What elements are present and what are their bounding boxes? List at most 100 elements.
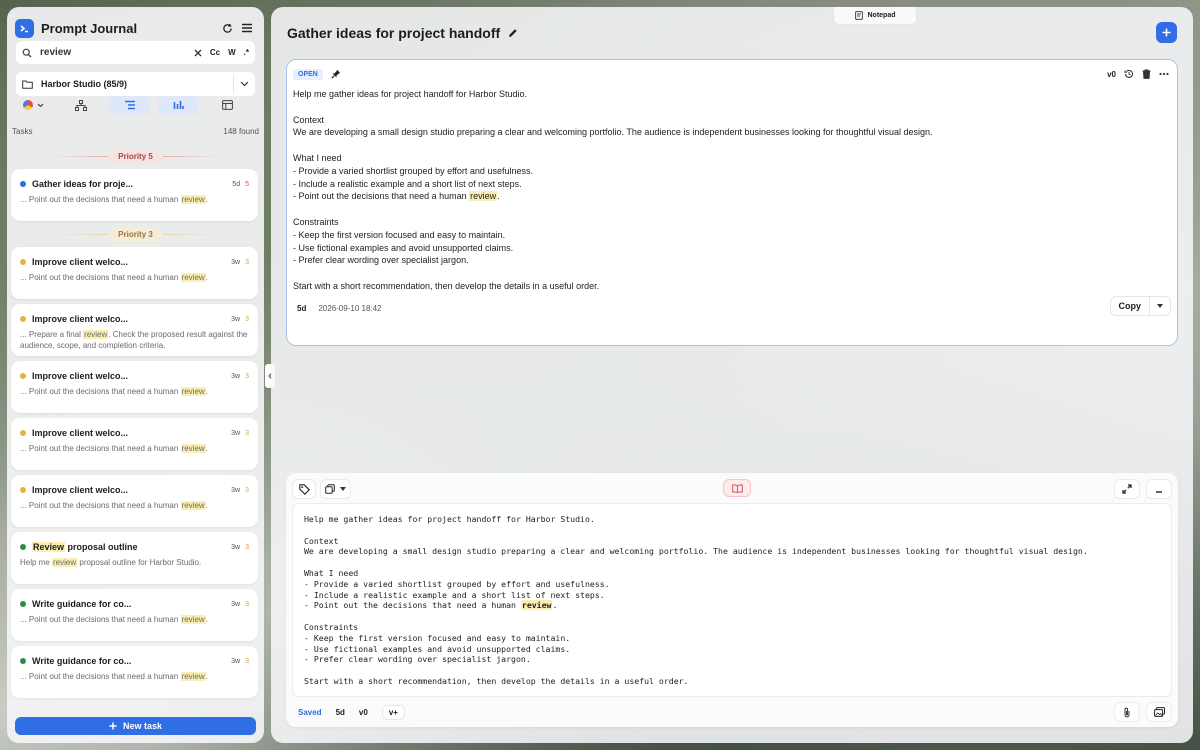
task-priority: 3	[245, 600, 249, 608]
task-snippet: ... Point out the decisions that need a …	[20, 386, 249, 397]
age-label: 5d	[335, 707, 345, 717]
page-title: Gather ideas for project handoff	[287, 25, 518, 41]
minimize-button[interactable]	[1146, 479, 1172, 499]
version-label[interactable]: v0	[1107, 70, 1116, 79]
editor-window-controls	[1108, 479, 1172, 499]
status-dot	[20, 430, 26, 436]
gallery-button[interactable]	[1146, 702, 1172, 722]
snippet-text: ... Point out the decisions that need a …	[20, 273, 181, 282]
snippet-text: ... Point out the decisions that need a …	[20, 387, 181, 396]
task-title: Write guidance for co...	[32, 656, 231, 666]
task-snippet: ... Point out the decisions that need a …	[20, 194, 249, 205]
priority-group-header: Priority 5	[7, 149, 264, 163]
sidebar: Prompt Journal review Cc W .* Harbor Stu…	[7, 7, 264, 743]
refresh-icon[interactable]	[218, 19, 236, 37]
notepad-tab[interactable]: Notepad	[833, 7, 917, 25]
editor-text-part: Help me gather ideas for project handoff…	[304, 514, 1088, 611]
regex-toggle[interactable]: .*	[244, 48, 249, 57]
task-card[interactable]: Write guidance for co... 3w 3 ... Point out…	[11, 589, 258, 641]
search-highlight: review	[52, 558, 78, 567]
grid-view-button[interactable]	[207, 96, 248, 114]
task-age: 3w	[231, 258, 241, 266]
task-age: 5d	[232, 180, 241, 188]
prompt-editor[interactable]: Help me gather ideas for project handoff…	[292, 503, 1172, 697]
task-snippet: ... Prepare a final review. Check the pr…	[20, 329, 249, 351]
status-dot	[20, 259, 26, 265]
search-value[interactable]: review	[40, 47, 194, 58]
expand-button[interactable]	[1114, 479, 1140, 499]
task-card[interactable]: Review proposal outline 3w 3 Help me review…	[11, 532, 258, 584]
whole-word-toggle[interactable]: W	[228, 48, 236, 57]
priority-label: Priority 5	[108, 149, 163, 163]
status-dot	[20, 316, 26, 322]
task-title: Improve client welco...	[32, 371, 231, 381]
chevron-down-icon[interactable]	[240, 81, 249, 87]
task-card[interactable]: Improve client welco... 3w 3 ... Prepare a …	[11, 304, 258, 356]
more-icon[interactable]	[1159, 72, 1169, 76]
tasks-summary: Tasks 148 found	[12, 127, 259, 136]
task-title-text: Write guidance for co...	[32, 599, 132, 609]
task-snippet: ... Point out the decisions that need a …	[20, 272, 249, 283]
task-card[interactable]: Write guidance for co... 3w 3 ... Point out…	[11, 646, 258, 698]
task-title: Improve client welco...	[32, 428, 231, 438]
attach-button[interactable]	[1114, 702, 1140, 722]
task-title-text: Write guidance for co...	[32, 656, 132, 666]
edit-title-icon[interactable]	[508, 28, 518, 38]
table-icon	[222, 100, 233, 110]
history-icon[interactable]	[1124, 69, 1134, 79]
task-card-header: Write guidance for co... 3w 3	[20, 654, 249, 668]
search-highlight: review	[180, 195, 206, 204]
reader-mode-button[interactable]	[723, 479, 751, 497]
status-badge[interactable]: OPEN	[293, 68, 323, 80]
version-label[interactable]: v0	[359, 708, 368, 717]
search-highlight: review	[180, 615, 206, 624]
tag-button[interactable]	[292, 479, 316, 499]
bar-chart-icon	[173, 101, 184, 109]
copy-button[interactable]: Copy	[1111, 297, 1150, 315]
search-highlight: review	[83, 330, 109, 339]
folder-select[interactable]: Harbor Studio (85/9)	[15, 71, 256, 97]
new-task-button[interactable]: New task	[15, 717, 256, 735]
task-priority: 5	[245, 180, 249, 188]
task-card[interactable]: Improve client welco... 3w 3 ... Point out …	[11, 361, 258, 413]
app-logo-icon	[15, 18, 34, 38]
snippet-text: .	[205, 501, 208, 510]
task-card[interactable]: Improve client welco... 3w 3 ... Point out …	[11, 475, 258, 527]
duplicate-button[interactable]	[320, 479, 351, 499]
minimize-icon	[1156, 491, 1162, 493]
copy-options-button[interactable]	[1150, 297, 1170, 315]
menu-icon[interactable]	[238, 19, 256, 37]
new-version-button[interactable]: v+	[381, 704, 405, 720]
caret-down-icon	[340, 487, 346, 491]
hierarchy-view-button[interactable]	[60, 96, 101, 114]
pin-icon[interactable]	[331, 69, 341, 79]
task-title: Review proposal outline	[32, 542, 231, 552]
folder-name: Harbor Studio (85/9)	[41, 79, 128, 89]
search-highlight: review	[180, 672, 206, 681]
images-icon	[1153, 707, 1165, 717]
add-button[interactable]	[1156, 22, 1177, 43]
task-priority: 3	[245, 543, 249, 551]
prompt-card-header: OPEN v0	[293, 66, 1169, 82]
editor-text[interactable]: Help me gather ideas for project handoff…	[304, 514, 1164, 687]
task-priority: 3	[245, 486, 249, 494]
match-case-toggle[interactable]: Cc	[210, 48, 220, 57]
color-filter-button[interactable]	[15, 96, 52, 114]
task-card[interactable]: Improve client welco... 3w 3 ... Point out …	[11, 247, 258, 299]
snippet-text: ... Prepare a final	[20, 330, 84, 339]
chart-view-button[interactable]	[158, 96, 200, 114]
task-card-header: Improve client welco... 3w 3	[20, 312, 249, 326]
list-view-button[interactable]	[109, 96, 151, 114]
task-card-header: Improve client welco... 3w 3	[20, 255, 249, 269]
search-input[interactable]: review Cc W .*	[15, 40, 256, 65]
plus-icon	[109, 722, 117, 730]
task-card-header: Improve client welco... 3w 3	[20, 426, 249, 440]
task-age: 3w	[231, 372, 241, 380]
trash-icon[interactable]	[1142, 69, 1151, 79]
task-title-text: Improve client welco...	[32, 371, 129, 381]
task-card[interactable]: Gather ideas for proje... 5d 5 ... Point ou…	[11, 169, 258, 221]
task-card[interactable]: Improve client welco... 3w 3 ... Point out …	[11, 418, 258, 470]
clear-search-icon[interactable]	[194, 49, 202, 57]
prompt-text: Help me gather ideas for project handoff…	[293, 88, 1169, 293]
status-dot	[20, 181, 26, 187]
